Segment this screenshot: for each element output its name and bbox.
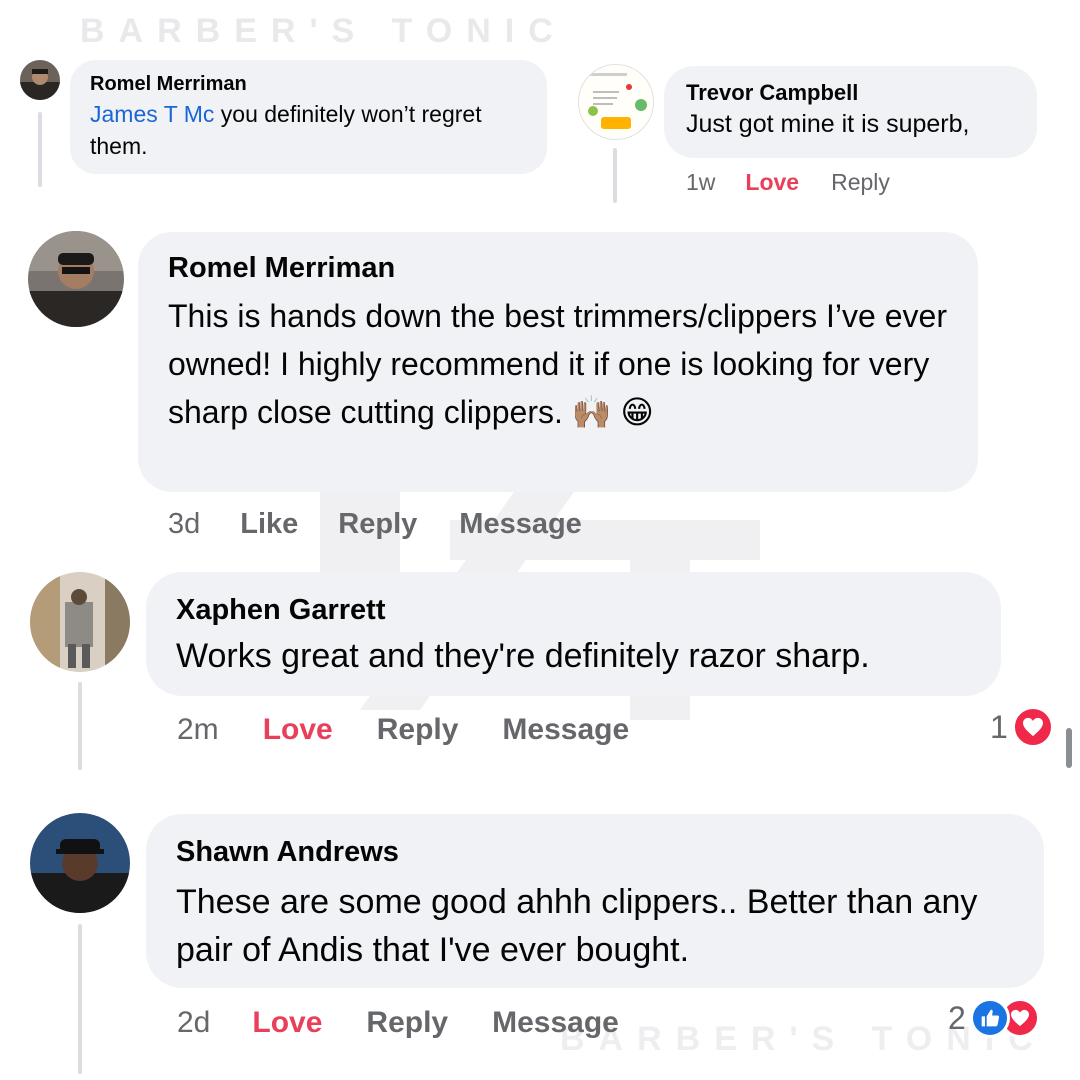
comment-bubble: Romel Merriman James T Mc you definitely… — [70, 60, 547, 174]
scrollbar[interactable] — [1066, 728, 1072, 768]
comment-timestamp[interactable]: 2m — [177, 711, 219, 749]
comment-author[interactable]: Shawn Andrews — [176, 834, 1014, 870]
thread-line — [38, 112, 42, 187]
comment-bubble: Romel Merriman This is hands down the be… — [138, 232, 978, 492]
comment-text: James T Mc you definitely won’t regret t… — [90, 98, 527, 162]
avatar[interactable] — [30, 813, 130, 913]
comment-actions: 1w Love Reply — [686, 168, 890, 196]
reply-button[interactable]: Reply — [831, 168, 890, 196]
comment-text: These are some good ahhh clippers.. Bett… — [176, 883, 978, 969]
comment-bubble: Xaphen Garrett Works great and they're d… — [146, 572, 1001, 696]
reaction-count: 1 — [990, 708, 1008, 745]
love-button[interactable]: Love — [252, 1004, 322, 1042]
heart-icon — [1011, 706, 1054, 748]
message-button[interactable]: Message — [502, 711, 629, 749]
message-button[interactable]: Message — [492, 1004, 619, 1042]
message-button[interactable]: Message — [459, 506, 582, 542]
avatar[interactable] — [578, 64, 654, 140]
reaction-summary[interactable]: 2 — [948, 998, 1040, 1038]
comment-actions: 3d Like Reply Message — [168, 506, 582, 542]
thumbs-up-icon — [969, 998, 1010, 1038]
like-button[interactable]: Like — [240, 506, 298, 542]
comment-actions: 2m Love Reply Message — [177, 711, 629, 749]
avatar[interactable] — [30, 572, 130, 672]
comment-text: Just got mine it is superb, — [686, 110, 970, 138]
comment-actions: 2d Love Reply Message — [177, 1004, 619, 1042]
love-button[interactable]: Love — [263, 711, 333, 749]
mention-link[interactable]: James T Mc — [90, 101, 214, 127]
watermark-top: BARBER'S TONIC — [80, 12, 567, 50]
comment-timestamp[interactable]: 2d — [177, 1004, 210, 1042]
comment-author[interactable]: Romel Merriman — [90, 72, 527, 96]
thread-line — [78, 682, 82, 770]
avatar[interactable] — [28, 231, 124, 327]
thread-line — [78, 924, 82, 1074]
thread-line — [613, 148, 617, 203]
reaction-count: 2 — [948, 999, 966, 1036]
comment-bubble: Shawn Andrews These are some good ahhh c… — [146, 814, 1044, 988]
comment-text: Works great and they're definitely razor… — [176, 637, 870, 675]
comment-text: This is hands down the best trimmers/cli… — [168, 298, 947, 430]
comment-author[interactable]: Trevor Campbell — [686, 79, 1015, 107]
comment-timestamp[interactable]: 1w — [686, 168, 715, 196]
reply-button[interactable]: Reply — [366, 1004, 448, 1042]
avatar[interactable] — [20, 60, 60, 100]
reply-button[interactable]: Reply — [338, 506, 417, 542]
love-button[interactable]: Love — [745, 168, 799, 196]
reaction-summary[interactable]: 1 — [990, 706, 1054, 748]
comment-author[interactable]: Xaphen Garrett — [176, 592, 971, 628]
comment-author[interactable]: Romel Merriman — [168, 250, 948, 286]
comment-timestamp[interactable]: 3d — [168, 506, 200, 542]
comment-bubble: Trevor Campbell Just got mine it is supe… — [664, 66, 1037, 158]
reply-button[interactable]: Reply — [377, 711, 459, 749]
